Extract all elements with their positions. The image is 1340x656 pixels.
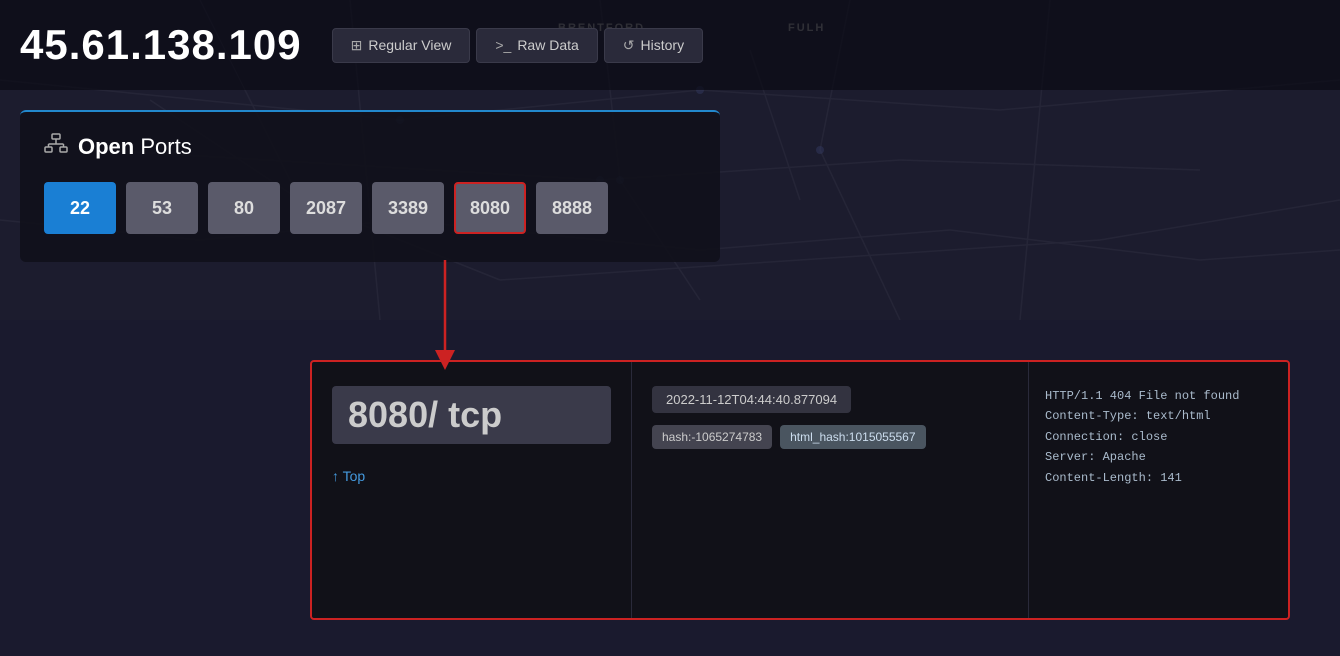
hash-badge: hash:-1065274783 <box>652 425 772 449</box>
raw-data-icon: >_ <box>495 37 511 53</box>
top-bar: 45.61.138.109 ⊞ Regular View >_ Raw Data… <box>0 0 1340 90</box>
port-badge-3389[interactable]: 3389 <box>372 182 444 234</box>
hash-badges: hash:-1065274783 html_hash:1015055567 <box>652 425 1008 449</box>
panel-right: HTTP/1.1 404 File not found Content-Type… <box>1028 362 1288 618</box>
port-protocol-title: 8080/ tcp <box>332 386 611 444</box>
port-badge-8080[interactable]: 8080 <box>454 182 526 234</box>
section-title-bold: Open <box>78 134 134 159</box>
top-link[interactable]: Top <box>332 468 611 484</box>
regular-view-icon: ⊞ <box>351 37 363 54</box>
section-title: Open Ports <box>78 134 192 160</box>
history-icon: ↺ <box>623 37 635 54</box>
ports-list: 22 53 80 2087 3389 8080 8888 <box>44 182 696 234</box>
tab-regular-view[interactable]: ⊞ Regular View <box>332 28 471 63</box>
section-header: Open Ports <box>44 132 696 162</box>
tab-history[interactable]: ↺ History <box>604 28 703 63</box>
panel-left: 8080/ tcp Top <box>312 362 632 618</box>
panel-center: 2022-11-12T04:44:40.877094 hash:-1065274… <box>632 362 1028 618</box>
tab-history-label: History <box>641 37 685 53</box>
port-badge-8888[interactable]: 8888 <box>536 182 608 234</box>
open-ports-section: Open Ports 22 53 80 2087 3389 8080 8888 <box>20 110 720 262</box>
port-badge-2087[interactable]: 2087 <box>290 182 362 234</box>
ip-address: 45.61.138.109 <box>20 21 302 69</box>
port-badge-53[interactable]: 53 <box>126 182 198 234</box>
response-text: HTTP/1.1 404 File not found Content-Type… <box>1045 386 1272 488</box>
tab-group: ⊞ Regular View >_ Raw Data ↺ History <box>332 28 703 63</box>
port-badge-22[interactable]: 22 <box>44 182 116 234</box>
port-badge-80[interactable]: 80 <box>208 182 280 234</box>
timestamp-badge: 2022-11-12T04:44:40.877094 <box>652 386 851 413</box>
tab-regular-label: Regular View <box>368 37 451 53</box>
tab-raw-data[interactable]: >_ Raw Data <box>476 28 597 63</box>
html-hash-badge: html_hash:1015055567 <box>780 425 925 449</box>
network-icon <box>44 132 68 162</box>
port-detail-panel: 8080/ tcp Top 2022-11-12T04:44:40.877094… <box>310 360 1290 620</box>
tab-raw-label: Raw Data <box>517 37 578 53</box>
section-title-normal: Ports <box>134 134 191 159</box>
